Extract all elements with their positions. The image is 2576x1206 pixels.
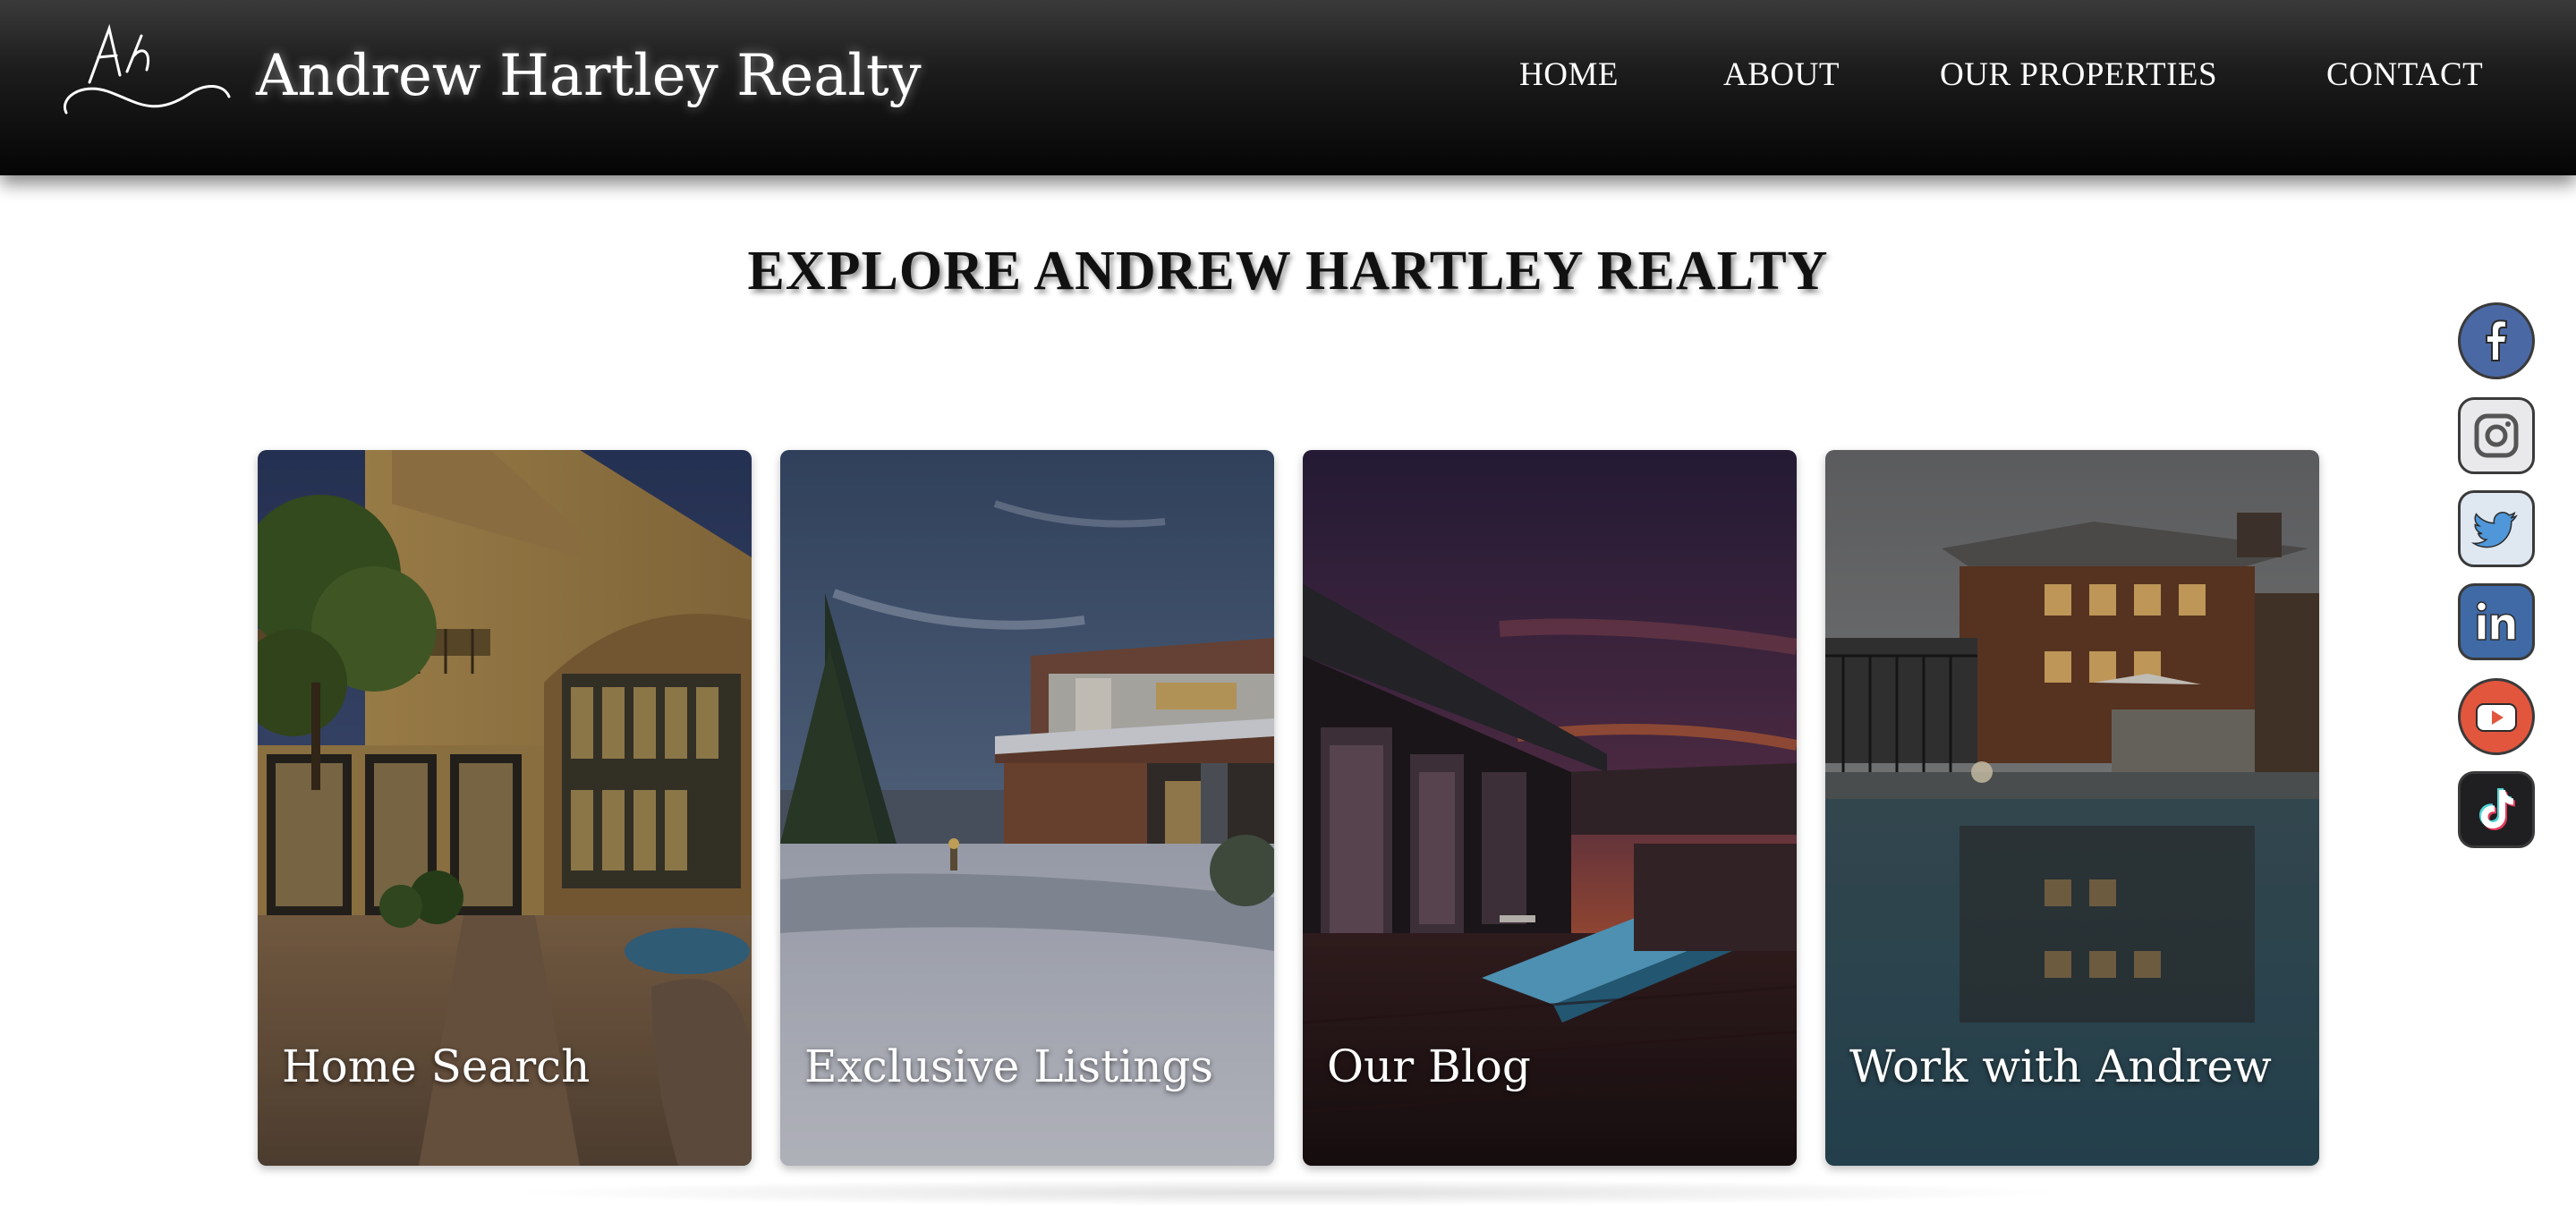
instagram-icon[interactable] (2458, 397, 2535, 474)
nav-our-properties-link[interactable]: OUR PROPERTIES (1940, 55, 2217, 94)
nav-about-link[interactable]: ABOUT (1723, 55, 1840, 94)
ah-logo-icon[interactable] (54, 20, 233, 127)
card-exclusive-listings[interactable]: Exclusive Listings (780, 450, 1274, 1166)
tiktok-icon[interactable] (2458, 771, 2535, 848)
page-heading: EXPLORE ANDREW HARTLEY REALTY (747, 241, 1829, 302)
linkedin-icon[interactable] (2458, 583, 2535, 660)
card-label[interactable]: Home Search (282, 1040, 590, 1092)
site-header: Andrew Hartley Realty HOME ABOUT OUR PRO… (0, 0, 2576, 175)
facebook-icon[interactable] (2458, 302, 2535, 379)
youtube-icon[interactable] (2458, 678, 2535, 755)
twitter-icon[interactable] (2458, 490, 2535, 567)
card-work-with-andrew[interactable]: Work with Andrew (1825, 450, 2319, 1166)
nav-home-link[interactable]: HOME (1519, 55, 1619, 94)
card-label[interactable]: Our Blog (1327, 1040, 1531, 1092)
card-home-search[interactable]: Home Search (258, 450, 752, 1166)
brand-name[interactable]: Andrew Hartley Realty (256, 43, 922, 109)
card-our-blog[interactable]: Our Blog (1303, 450, 1797, 1166)
section-shadow (501, 1179, 2076, 1206)
card-label[interactable]: Exclusive Listings (804, 1040, 1213, 1092)
nav-contact-link[interactable]: CONTACT (2326, 55, 2483, 94)
card-label[interactable]: Work with Andrew (1849, 1040, 2272, 1092)
